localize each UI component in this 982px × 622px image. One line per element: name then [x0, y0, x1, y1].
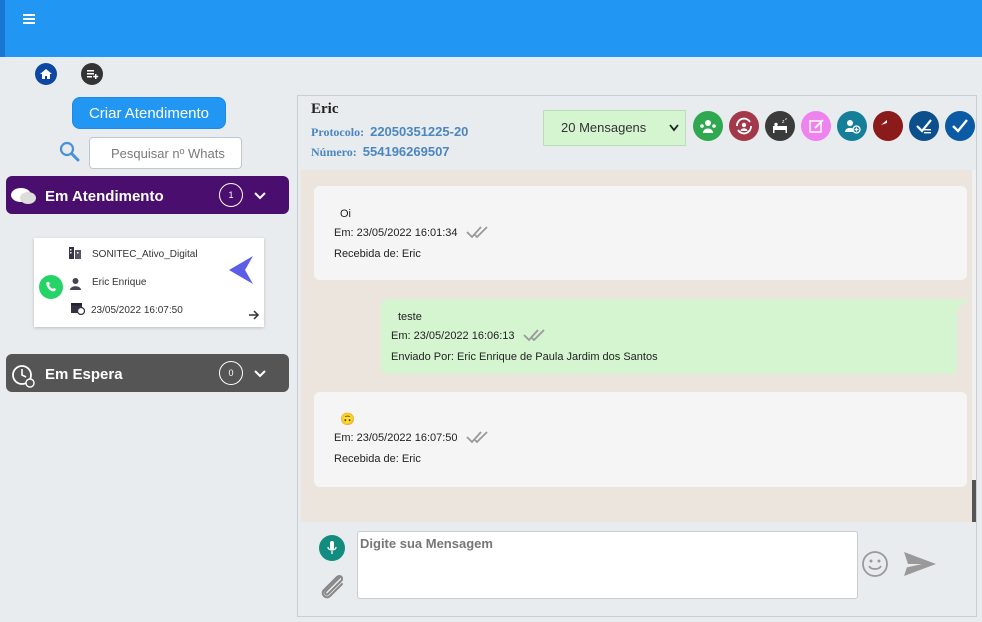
number-line: Número: 554196269507 [311, 144, 450, 160]
card-company: SONITEC_Ativo_Digital [92, 249, 198, 260]
clock-icon [11, 363, 37, 393]
whatsapp-icon [38, 274, 64, 303]
double-check-icon [465, 224, 491, 243]
scrollbar-thumb[interactable] [972, 480, 976, 522]
check-icon[interactable] [945, 111, 975, 141]
ticket-card[interactable]: SONITEC_Ativo_Digital Eric Enrique 23/05… [34, 238, 264, 327]
add-user-icon[interactable] [837, 111, 867, 141]
message-time: Em: 23/05/2022 16:06:13 [391, 330, 515, 342]
agent-icon [69, 277, 82, 293]
message-from: Recebida de: Eric [334, 453, 421, 465]
messages-count-select[interactable]: 20 Mensagens [543, 110, 686, 146]
message-time: Em: 23/05/2022 16:07:50 [334, 432, 458, 444]
reply-icon[interactable] [873, 111, 903, 141]
double-check-icon [465, 429, 491, 448]
count-badge: 0 [219, 361, 243, 385]
select-value: 20 Mensagens [561, 120, 647, 135]
number-value: 554196269507 [362, 144, 450, 159]
chat-panel: Eric Protocolo: 22050351225-20 Número: 554… [297, 95, 977, 617]
sleep-icon[interactable]: zz [765, 111, 795, 141]
playlist-add-icon[interactable] [81, 63, 103, 85]
double-check-icon [522, 327, 548, 346]
note-edit-icon[interactable] [801, 111, 831, 141]
chevron-down-icon[interactable] [254, 188, 266, 205]
card-agent: Eric Enrique [92, 277, 147, 288]
input-bar: Digite sua Mensagem [298, 523, 976, 616]
hamburger-icon[interactable] [23, 14, 35, 26]
calendar-icon [70, 300, 86, 318]
messages-area: Oi Em: 23/05/2022 16:01:34 Recebida de: … [301, 170, 972, 522]
message-input[interactable]: Digite sua Mensagem [357, 531, 858, 599]
send-icon[interactable] [902, 550, 938, 583]
chevron-down-icon [669, 111, 679, 158]
top-bar [0, 0, 982, 57]
emoji-icon[interactable] [861, 550, 889, 583]
attachment-icon[interactable] [318, 573, 348, 604]
arrow-right-icon[interactable] [248, 309, 260, 324]
count-badge: 1 [219, 183, 243, 207]
message-time: Em: 23/05/2022 16:01:34 [334, 227, 458, 239]
message-received: 🙃 Em: 23/05/2022 16:07:50 Recebida de: E… [314, 392, 967, 487]
message-received: Oi Em: 23/05/2022 16:01:34 Recebida de: … [314, 186, 967, 280]
protocol-label: Protocolo: [311, 125, 365, 139]
contact-name: Eric [311, 101, 339, 117]
checklist-icon[interactable] [909, 111, 939, 141]
message-from: Enviado Por: Eric Enrique de Paula Jardi… [391, 351, 658, 363]
section-label: Em Atendimento [45, 188, 164, 205]
message-text: Oi [340, 208, 351, 220]
transfer-icon[interactable] [693, 111, 723, 141]
svg-text:z: z [785, 116, 787, 121]
chat-bubbles-icon [10, 186, 38, 210]
message-sent: teste Em: 23/05/2022 16:06:13 Enviado Po… [381, 299, 957, 374]
send-arrow-icon [227, 254, 255, 289]
sync-user-icon[interactable] [729, 111, 759, 141]
message-text: 🙃 [340, 412, 355, 426]
message-text: teste [398, 311, 422, 323]
section-label: Em Espera [45, 366, 123, 383]
messages-scrollbar[interactable] [972, 170, 976, 522]
microphone-icon[interactable] [319, 535, 345, 561]
card-datetime: 23/05/2022 16:07:50 [91, 305, 183, 316]
protocol-line: Protocolo: 22050351225-20 [311, 124, 468, 140]
building-icon [67, 245, 83, 264]
create-ticket-button[interactable]: Criar Atendimento [72, 97, 226, 129]
message-from: Recebida de: Eric [334, 248, 421, 260]
home-icon[interactable] [35, 63, 57, 85]
chat-header: Eric Protocolo: 22050351225-20 Número: 554… [298, 96, 976, 168]
search-icon[interactable] [58, 140, 82, 169]
search-input[interactable]: Pesquisar nº Whats [89, 137, 242, 169]
bubble-tail [957, 299, 969, 309]
section-em-espera[interactable]: Em Espera 0 [6, 354, 289, 392]
number-label: Número: [311, 145, 357, 159]
chevron-down-icon[interactable] [254, 366, 266, 383]
section-em-atendimento[interactable]: Em Atendimento 1 [6, 176, 289, 214]
protocol-value: 22050351225-20 [370, 124, 469, 139]
